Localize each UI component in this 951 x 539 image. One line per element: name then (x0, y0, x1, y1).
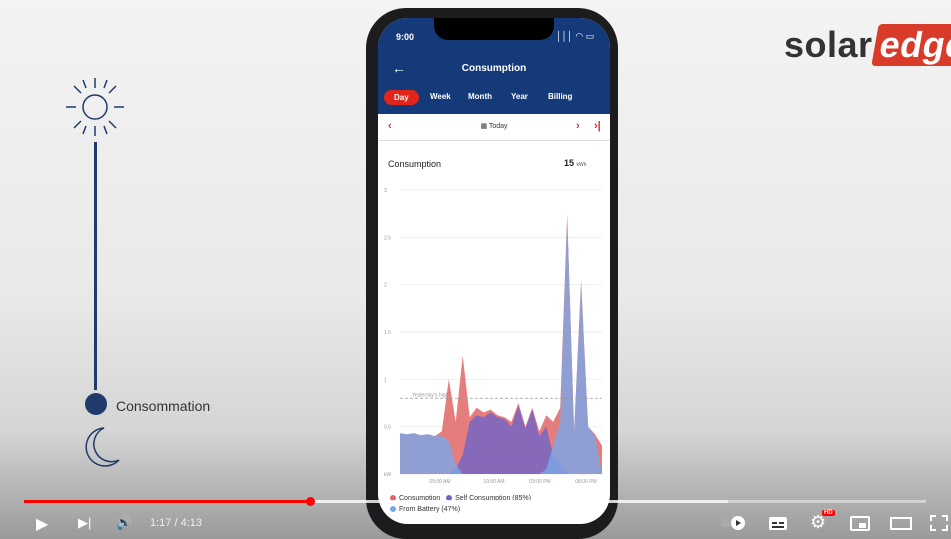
hd-badge: HD (822, 510, 835, 516)
card-title: Consumption (388, 159, 442, 169)
miniplayer-icon[interactable] (850, 516, 870, 531)
consumption-chart: 3 2.5 2 1.5 1 0.5 kW Yesterday's high 05:00 AM 10… (384, 188, 602, 485)
x-tick-label: 05:00 AM (429, 479, 450, 485)
date-navigation: ‹ ▦ Today › ›| (378, 114, 610, 141)
timeline-marker (85, 393, 107, 415)
tab-day[interactable]: Day (384, 90, 419, 105)
tab-week[interactable]: Week (430, 92, 451, 101)
legend-item-from-battery: From Battery (47%) (390, 506, 460, 513)
timeline-label: Consommation (116, 398, 211, 414)
y-tick-label: 3 (384, 188, 387, 194)
screen-title: Consumption (461, 63, 527, 74)
volume-icon[interactable]: 🔊 (116, 515, 132, 531)
phone-notch (434, 18, 554, 40)
play-button[interactable]: ▶ (36, 514, 48, 534)
phone-screen: 9:00 │││ ◠ ▭ ← Consumption Day Week Mont… (378, 18, 610, 524)
y-tick-label: 1 (384, 377, 387, 383)
time-display: 1:17 / 4:13 (150, 517, 202, 529)
next-button[interactable]: ▶| (78, 515, 91, 531)
chart-legend: Consumption Self Consumption (85%) From … (390, 493, 531, 515)
y-tick-label: 0.5 (384, 425, 391, 431)
sun-icon (66, 78, 124, 136)
app-header: 9:00 │││ ◠ ▭ ← Consumption Day Week Mont… (378, 18, 610, 114)
tab-month[interactable]: Month (468, 92, 492, 101)
y-tick-label: 2 (384, 283, 387, 289)
y-tick-label: 2.5 (384, 235, 391, 241)
x-tick-label: 03:00 PM (529, 479, 550, 485)
y-tick-label: 1.5 (384, 330, 391, 336)
period-tabs: Day Week Month Year Billing (378, 90, 610, 108)
total-energy-unit: kWh (576, 162, 587, 168)
logo-text-edge: edge (870, 24, 951, 66)
logo-text-solar: solar (784, 24, 873, 65)
status-time: 9:00 (396, 32, 415, 42)
y-tick-label: kW (384, 472, 392, 478)
settings-button[interactable]: ⚙ HD (810, 510, 835, 532)
timeline-line (94, 142, 97, 390)
tab-year[interactable]: Year (511, 92, 528, 101)
reference-line-label: Yesterday's high (412, 392, 449, 398)
fullscreen-icon[interactable] (930, 515, 948, 531)
subtitles-icon[interactable] (768, 516, 788, 531)
status-icons: │││ ◠ ▭ (556, 31, 595, 41)
total-energy-value: 15 (564, 158, 575, 168)
total-energy: 15 kWh (564, 158, 587, 168)
tab-billing[interactable]: Billing (548, 92, 572, 101)
moon-icon (85, 427, 120, 467)
progress-played (24, 500, 310, 503)
date-label-text: Today (488, 123, 508, 130)
calendar-icon: ▦ (480, 123, 489, 130)
solaredge-logo: solaredge (784, 24, 951, 66)
progress-scrubber[interactable] (306, 497, 315, 506)
x-tick-label: 08:00 PM (575, 479, 596, 485)
x-tick-label: 10:00 AM (483, 479, 504, 485)
last-date-button[interactable]: ›| (594, 120, 601, 132)
theater-mode-icon[interactable] (890, 517, 912, 530)
next-date-button[interactable]: › (576, 120, 580, 132)
autoplay-toggle-icon[interactable] (720, 516, 750, 530)
